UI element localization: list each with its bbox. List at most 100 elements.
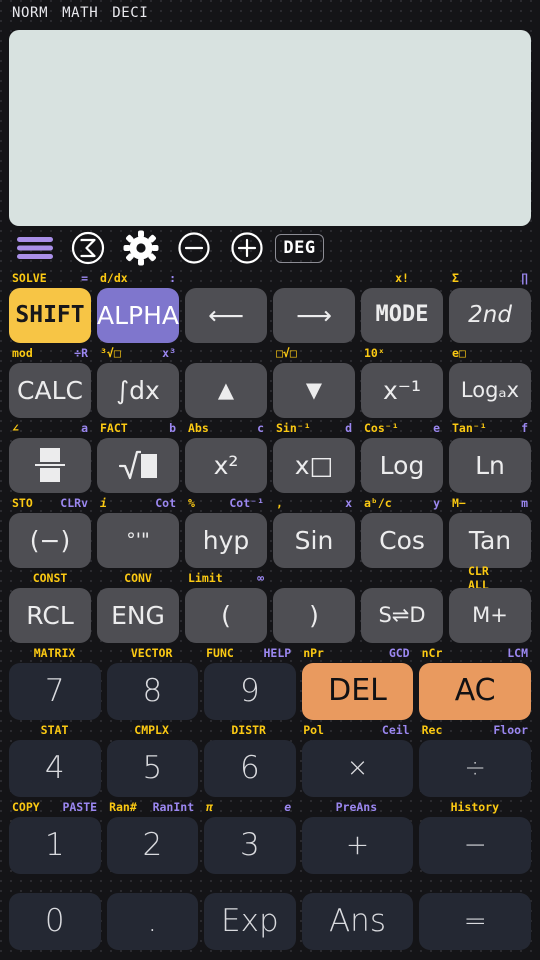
- label-equals-alt: =: [81, 270, 88, 285]
- key-row-4: (−) °'" hyp Sin Cos Tan: [6, 510, 534, 570]
- digit-8-key[interactable]: 8: [106, 662, 199, 720]
- memory-plus-key[interactable]: M+: [449, 587, 531, 643]
- close-paren-key[interactable]: ): [273, 587, 355, 643]
- label-clrv: CLRv: [60, 495, 88, 510]
- label-paste: PASTE: [62, 799, 98, 814]
- key-row-8: 1 2 3 + −: [6, 814, 534, 876]
- reciprocal-key[interactable]: x⁻¹: [361, 362, 443, 418]
- label-sto: STO: [12, 495, 33, 510]
- divide-key[interactable]: ÷: [419, 739, 532, 797]
- decimal-point-key[interactable]: .: [106, 892, 199, 950]
- digit-2-key[interactable]: 2: [106, 816, 199, 874]
- label-var-a: a: [81, 420, 88, 435]
- gear-icon[interactable]: [114, 228, 167, 268]
- arrow-right-key[interactable]: ⟶: [273, 287, 356, 343]
- power-key[interactable]: x□: [273, 437, 355, 493]
- square-root-key[interactable]: [97, 437, 179, 493]
- fraction-key[interactable]: [9, 437, 91, 493]
- digit-7-key[interactable]: 7: [9, 662, 101, 720]
- shift-key[interactable]: SHIFT: [9, 287, 91, 343]
- label-distr: DISTR: [231, 722, 266, 737]
- square-root-icon: [119, 449, 157, 481]
- digit-4-key[interactable]: 4: [9, 739, 101, 797]
- shift-labels-row3: ∠ a FACT b Abs c Sin⁻¹ d Cos⁻¹ e Tan⁻¹ f: [6, 420, 534, 435]
- hyp-key[interactable]: hyp: [185, 512, 267, 568]
- square-key[interactable]: x²: [185, 437, 267, 493]
- fraction-icon: [35, 448, 65, 482]
- label-colon: :: [169, 270, 176, 285]
- calc-key[interactable]: CALC: [9, 362, 91, 418]
- label-var-c: c: [257, 420, 264, 435]
- label-ten-pow-x: 10ˣ: [364, 345, 385, 360]
- digit-9-key[interactable]: 9: [204, 662, 296, 720]
- key-row-9: 0 . Exp Ans =: [6, 890, 534, 952]
- label-asin: Sin⁻¹: [276, 420, 311, 435]
- ln-key[interactable]: Ln: [449, 437, 531, 493]
- plus-key[interactable]: +: [301, 816, 414, 874]
- label-const: CONST: [32, 570, 68, 585]
- key-row-1: SHIFT ALPHA ⟵ ⟶ MODE 2nd: [6, 285, 534, 345]
- keypad: SOLVE = d/dx: x! Σ ∏ SHIFT ALPHA ⟵ ⟶ MODE …: [0, 270, 540, 960]
- exponent-key[interactable]: Exp: [204, 892, 296, 950]
- label-cmplx: CMPLX: [134, 722, 169, 737]
- digit-5-key[interactable]: 5: [106, 739, 199, 797]
- status-mode-deci: DECI: [112, 5, 149, 21]
- all-clear-key[interactable]: AC: [419, 662, 532, 720]
- label-func: FUNC: [206, 645, 234, 660]
- key-row-6: 7 8 9 DEL AC: [6, 660, 534, 722]
- log-key[interactable]: Log: [361, 437, 443, 493]
- log-base-a-key[interactable]: Logₐx: [449, 362, 531, 418]
- plus-circle-icon[interactable]: [220, 228, 273, 268]
- digit-0-key[interactable]: 0: [9, 892, 101, 950]
- rcl-key[interactable]: RCL: [9, 587, 91, 643]
- digit-1-key[interactable]: 1: [9, 816, 101, 874]
- label-cube-root: ³√□: [100, 345, 121, 360]
- cos-key[interactable]: Cos: [361, 512, 443, 568]
- angle-unit-button[interactable]: DEG: [273, 228, 326, 268]
- label-sigma-sum: Σ: [452, 270, 459, 285]
- tan-key[interactable]: Tan: [449, 512, 531, 568]
- label-euler-e: e: [284, 799, 292, 814]
- menu-icon[interactable]: [8, 228, 61, 268]
- digit-3-key[interactable]: 3: [204, 816, 296, 874]
- label-stat: STAT: [40, 722, 69, 737]
- second-key[interactable]: 2nd: [449, 287, 532, 343]
- label-ncr: nCr: [421, 645, 443, 660]
- multiply-key[interactable]: ×: [301, 739, 414, 797]
- delete-key[interactable]: DEL: [301, 662, 414, 720]
- label-acos: Cos⁻¹: [364, 420, 399, 435]
- angle-unit-label: DEG: [275, 233, 324, 263]
- label-infinity: ∞: [257, 570, 264, 585]
- equals-key[interactable]: =: [419, 892, 532, 950]
- digit-6-key[interactable]: 6: [204, 739, 296, 797]
- label-var-f: f: [521, 420, 528, 435]
- mode-key[interactable]: MODE: [361, 287, 444, 343]
- calculator-display[interactable]: [9, 30, 531, 226]
- arrow-down-key[interactable]: ▼: [273, 362, 355, 418]
- label-pi-product: ∏: [521, 270, 528, 285]
- degree-minute-second-key[interactable]: °'": [97, 512, 179, 568]
- label-npr: nPr: [303, 645, 324, 660]
- alpha-key[interactable]: ALPHA: [97, 287, 180, 343]
- label-acot: Cot⁻¹: [229, 495, 264, 510]
- open-paren-key[interactable]: (: [185, 587, 267, 643]
- label-var-e: e: [433, 420, 440, 435]
- minus-circle-icon[interactable]: [167, 228, 220, 268]
- label-x-cubed: x³: [162, 345, 176, 360]
- sin-key[interactable]: Sin: [273, 512, 355, 568]
- label-memory-minus: M−: [452, 495, 466, 510]
- answer-key[interactable]: Ans: [301, 892, 414, 950]
- negative-key[interactable]: (−): [9, 512, 91, 568]
- label-vector: VECTOR: [130, 645, 173, 660]
- label-nth-root: □√□: [276, 345, 297, 360]
- arrow-left-key[interactable]: ⟵: [185, 287, 268, 343]
- sigma-icon[interactable]: [61, 228, 114, 268]
- integral-key[interactable]: ∫dx: [97, 362, 179, 418]
- standard-decimal-toggle-key[interactable]: S⇌D: [361, 587, 443, 643]
- label-pol: Pol: [303, 722, 324, 737]
- minus-key[interactable]: −: [419, 816, 532, 874]
- label-ceil: Ceil: [381, 722, 410, 737]
- eng-key[interactable]: ENG: [97, 587, 179, 643]
- label-ranint: RanInt: [152, 799, 195, 814]
- arrow-up-key[interactable]: ▲: [185, 362, 267, 418]
